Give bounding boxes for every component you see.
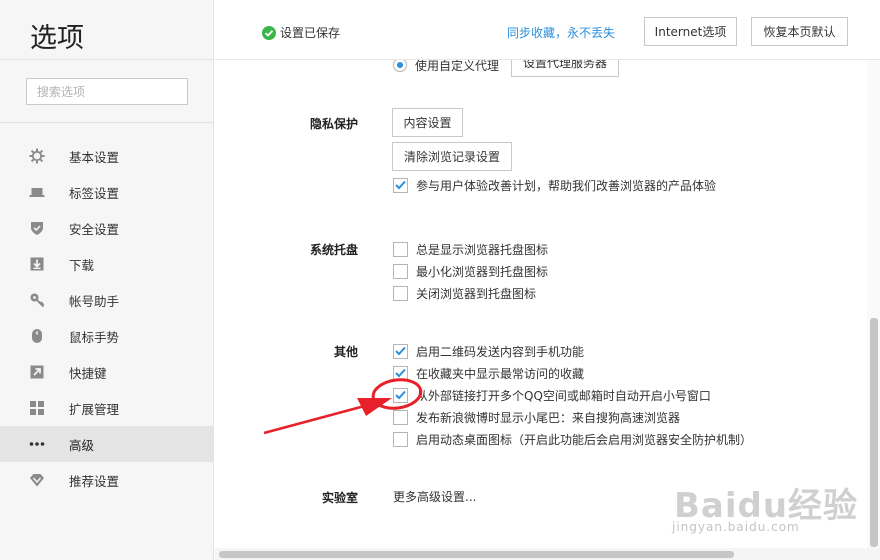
sidebar-item-mouse-gesture[interactable]: 鼠标手势 [0,318,214,354]
sidebar-item-label: 推荐设置 [69,473,120,489]
search-input[interactable] [26,78,188,105]
sync-bookmarks-link[interactable]: 同步收藏，永不丢失 [507,24,615,41]
checkbox-label: 启用二维码发送内容到手机功能 [416,344,585,359]
checkbox-label: 在收藏夹中显示最常访问的收藏 [416,366,585,381]
diamond-icon [29,472,45,488]
sidebar-item-tabs[interactable]: 标签设置 [0,174,214,210]
always-show-tray-checkbox[interactable] [393,241,408,257]
section-label-lab: 实验室 [321,491,358,505]
checkbox-row[interactable]: 总是显示浏览器托盘图标 [393,240,548,258]
checkbox-row[interactable]: 启用二维码发送内容到手机功能 [393,342,584,360]
weibo-tail-checkbox[interactable] [393,409,408,425]
section-label-privacy: 隐私保护 [309,117,358,131]
mouse-icon [29,328,45,344]
checkbox-row[interactable]: 发布新浪微博时显示小尾巴：来自搜狗高速浏览器 [393,408,680,426]
qr-send-checkbox[interactable] [393,343,408,359]
checkbox-label: 最小化浏览器到托盘图标 [416,264,549,279]
horizontal-scrollbar[interactable] [215,548,880,560]
sidebar-nav: 基本设置 标签设置 安全设置 下载 帐号助手 鼠标手势 快捷键 扩展管理 高级 … [0,138,214,498]
checkbox-label: 总是显示浏览器托盘图标 [416,242,549,257]
proxy-server-button[interactable]: 设置代理服务器 [511,60,619,77]
divider [0,59,214,60]
ux-improvement-checkbox[interactable] [393,177,408,193]
app-title: 选项 [30,23,84,54]
key-icon [29,292,45,308]
checkbox-row[interactable]: 关闭浏览器到托盘图标 [393,284,536,302]
alt-account-window-checkbox[interactable] [393,387,408,403]
sidebar-item-label: 下载 [69,257,95,273]
grid-icon [29,400,45,416]
checkbox-row[interactable]: 在收藏夹中显示最常访问的收藏 [393,364,584,382]
sidebar-item-extensions[interactable]: 扩展管理 [0,390,214,426]
checkbox-label: 发布新浪微博时显示小尾巴：来自搜狗高速浏览器 [416,410,681,425]
gear-icon [29,148,45,164]
shortcut-arrow-icon [29,364,45,380]
checkbox-label: 启用动态桌面图标（开启此功能后会启用浏览器安全防护机制） [416,432,753,447]
settings-content: 使用自定义代理 设置代理服务器 隐私保护 内容设置 清除浏览记录设置 参与用户体… [215,60,867,548]
check-circle-icon [262,25,276,40]
baidu-watermark: Baidu经验 jingyan.baidu.com [672,478,872,548]
frequent-bookmarks-checkbox[interactable] [393,365,408,381]
watermark-url: jingyan.baidu.com [672,520,800,534]
sidebar-item-label: 标签设置 [69,185,120,201]
more-advanced-settings-link[interactable]: 更多高级设置... [393,488,476,505]
sidebar-item-label: 高级 [69,437,95,453]
shield-icon [29,220,45,236]
sidebar-item-security[interactable]: 安全设置 [0,210,214,246]
proxy-radio-label: 使用自定义代理 [415,60,500,73]
sidebar-item-recommended[interactable]: 推荐设置 [0,462,214,498]
sidebar-item-shortcuts[interactable]: 快捷键 [0,354,214,390]
radio-dot [397,62,403,68]
checkbox-row[interactable]: 启用动态桌面图标（开启此功能后会启用浏览器安全防护机制） [393,430,752,448]
sidebar-item-label: 扩展管理 [69,401,120,417]
sidebar-item-account[interactable]: 帐号助手 [0,282,214,318]
download-icon [29,256,45,272]
dynamic-desktop-icon-checkbox[interactable] [393,431,408,447]
tab-icon [29,184,45,200]
checkbox-label: 关闭浏览器到托盘图标 [416,286,537,301]
internet-options-button[interactable]: Internet选项 [644,17,737,46]
sidebar: 选项 基本设置 标签设置 安全设置 下载 [0,0,214,560]
sidebar-item-label: 安全设置 [69,221,120,237]
custom-proxy-radio[interactable] [393,60,407,72]
sidebar-item-label: 快捷键 [69,365,107,381]
checkbox-row[interactable]: 最小化浏览器到托盘图标 [393,262,548,280]
section-label-other: 其他 [333,345,358,359]
sidebar-item-label: 鼠标手势 [69,329,120,345]
sidebar-item-label: 帐号助手 [69,293,120,309]
vertical-scrollbar[interactable] [867,60,880,548]
sidebar-item-basic[interactable]: 基本设置 [0,138,214,174]
checkbox-row[interactable]: 参与用户体验改善计划，帮助我们改善浏览器的产品体验 [393,176,716,194]
save-status: 设置已保存 [262,24,340,41]
status-text: 设置已保存 [280,26,341,40]
checkbox-label: 参与用户体验改善计划，帮助我们改善浏览器的产品体验 [416,178,717,193]
sidebar-item-label: 基本设置 [69,149,120,165]
checkbox-row[interactable]: 从外部链接打开多个QQ空间或邮箱时自动开启小号窗口 [393,386,711,404]
sidebar-item-advanced[interactable]: 高级 [0,426,214,462]
restore-defaults-button[interactable]: 恢复本页默认 [751,17,848,46]
checkbox-label: 从外部链接打开多个QQ空间或邮箱时自动开启小号窗口 [416,388,711,403]
close-to-tray-checkbox[interactable] [393,285,408,301]
content-settings-button[interactable]: 内容设置 [392,108,463,137]
sidebar-item-download[interactable]: 下载 [0,246,214,282]
proxy-option[interactable]: 使用自定义代理 [393,60,499,74]
scrollbar-thumb[interactable] [219,551,734,558]
section-label-tray: 系统托盘 [309,243,358,257]
minimize-to-tray-checkbox[interactable] [393,263,408,279]
divider [0,122,214,123]
clear-history-settings-button[interactable]: 清除浏览记录设置 [392,142,512,171]
more-dots-icon [29,436,45,452]
